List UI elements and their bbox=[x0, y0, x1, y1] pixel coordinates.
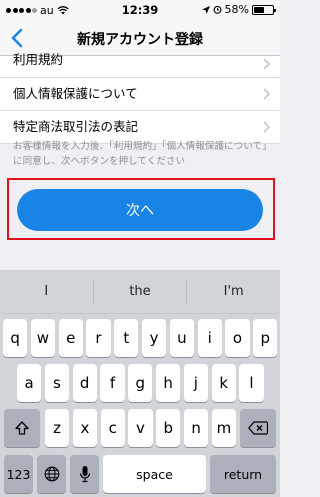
settings-list: 利用規約 個人情報保護について 特定商法取引法の表記 bbox=[0, 52, 280, 144]
battery-percentage: 58% bbox=[224, 3, 249, 16]
key-g[interactable]: g bbox=[128, 364, 153, 402]
status-bar: au 12:39 58% bbox=[0, 0, 280, 20]
key-d[interactable]: d bbox=[72, 364, 97, 402]
consent-notice: お客様情報を入力後、「利用規約」「個人情報保護について」に同意し、次へボタンを押… bbox=[13, 141, 272, 167]
key-q[interactable]: q bbox=[3, 319, 28, 357]
list-item-label: 個人情報保護について bbox=[13, 85, 138, 101]
key-k[interactable]: k bbox=[211, 364, 236, 402]
key-h[interactable]: h bbox=[156, 364, 181, 402]
key-b[interactable]: b bbox=[156, 409, 181, 447]
key-i[interactable]: i bbox=[197, 319, 222, 357]
key-x[interactable]: x bbox=[72, 409, 97, 447]
key-e[interactable]: e bbox=[58, 319, 83, 357]
key-r[interactable]: r bbox=[86, 319, 111, 357]
key-l[interactable]: l bbox=[239, 364, 264, 402]
list-item-privacy[interactable]: 個人情報保護について bbox=[0, 78, 280, 111]
key-j[interactable]: j bbox=[183, 364, 208, 402]
alarm-clock-icon bbox=[213, 5, 221, 14]
backspace-icon bbox=[248, 421, 268, 435]
key-a[interactable]: a bbox=[17, 364, 42, 402]
page-title: 新規アカウント登録 bbox=[77, 32, 203, 48]
key-y[interactable]: y bbox=[142, 319, 167, 357]
prediction-2[interactable]: the bbox=[94, 284, 187, 299]
key-f[interactable]: f bbox=[100, 364, 125, 402]
key-c[interactable]: c bbox=[100, 409, 125, 447]
numbers-key-label: 123 bbox=[6, 466, 31, 482]
shift-key[interactable] bbox=[4, 409, 40, 447]
battery-icon bbox=[252, 4, 276, 15]
return-key[interactable]: return bbox=[210, 455, 276, 493]
key-t[interactable]: t bbox=[114, 319, 139, 357]
key-o[interactable]: o bbox=[225, 319, 250, 357]
navigation-bar: 新規アカウント登録 bbox=[0, 20, 280, 56]
next-button[interactable]: 次へ bbox=[17, 189, 263, 231]
chevron-right-icon bbox=[263, 88, 270, 100]
key-w[interactable]: w bbox=[30, 319, 55, 357]
key-v[interactable]: v bbox=[128, 409, 153, 447]
list-item-label: 利用規約 bbox=[13, 52, 64, 67]
microphone-icon bbox=[79, 466, 90, 483]
key-n[interactable]: n bbox=[184, 409, 209, 447]
globe-key[interactable] bbox=[37, 455, 66, 493]
space-key-label: space bbox=[136, 466, 173, 482]
list-item-label: 特定商法取引法の表記 bbox=[13, 118, 139, 134]
key-z[interactable]: z bbox=[45, 409, 70, 447]
delete-key[interactable] bbox=[240, 409, 276, 447]
numbers-key[interactable]: 123 bbox=[4, 455, 33, 493]
globe-icon bbox=[44, 466, 59, 482]
prediction-3[interactable]: I'm bbox=[187, 284, 280, 299]
return-key-label: return bbox=[223, 466, 263, 482]
keyboard: I the I'm qwertyuiop asdfghjkl zxcvbnm 123 bbox=[0, 270, 280, 497]
key-s[interactable]: s bbox=[44, 364, 69, 402]
dictation-key[interactable] bbox=[70, 455, 99, 493]
shift-arrow-icon bbox=[15, 421, 29, 435]
next-button-label: 次へ bbox=[126, 203, 154, 219]
key-u[interactable]: u bbox=[169, 319, 194, 357]
prediction-1[interactable]: I bbox=[0, 284, 93, 299]
list-item-terms[interactable]: 利用規約 bbox=[0, 52, 280, 78]
key-m[interactable]: m bbox=[211, 409, 236, 447]
chevron-right-icon bbox=[263, 121, 270, 133]
status-bar-right: 58% bbox=[201, 3, 276, 16]
chevron-right-icon bbox=[263, 58, 270, 70]
predictive-bar: I the I'm bbox=[0, 270, 280, 314]
key-p[interactable]: p bbox=[253, 319, 278, 357]
space-key[interactable]: space bbox=[103, 455, 206, 493]
location-arrow-icon bbox=[201, 5, 210, 14]
